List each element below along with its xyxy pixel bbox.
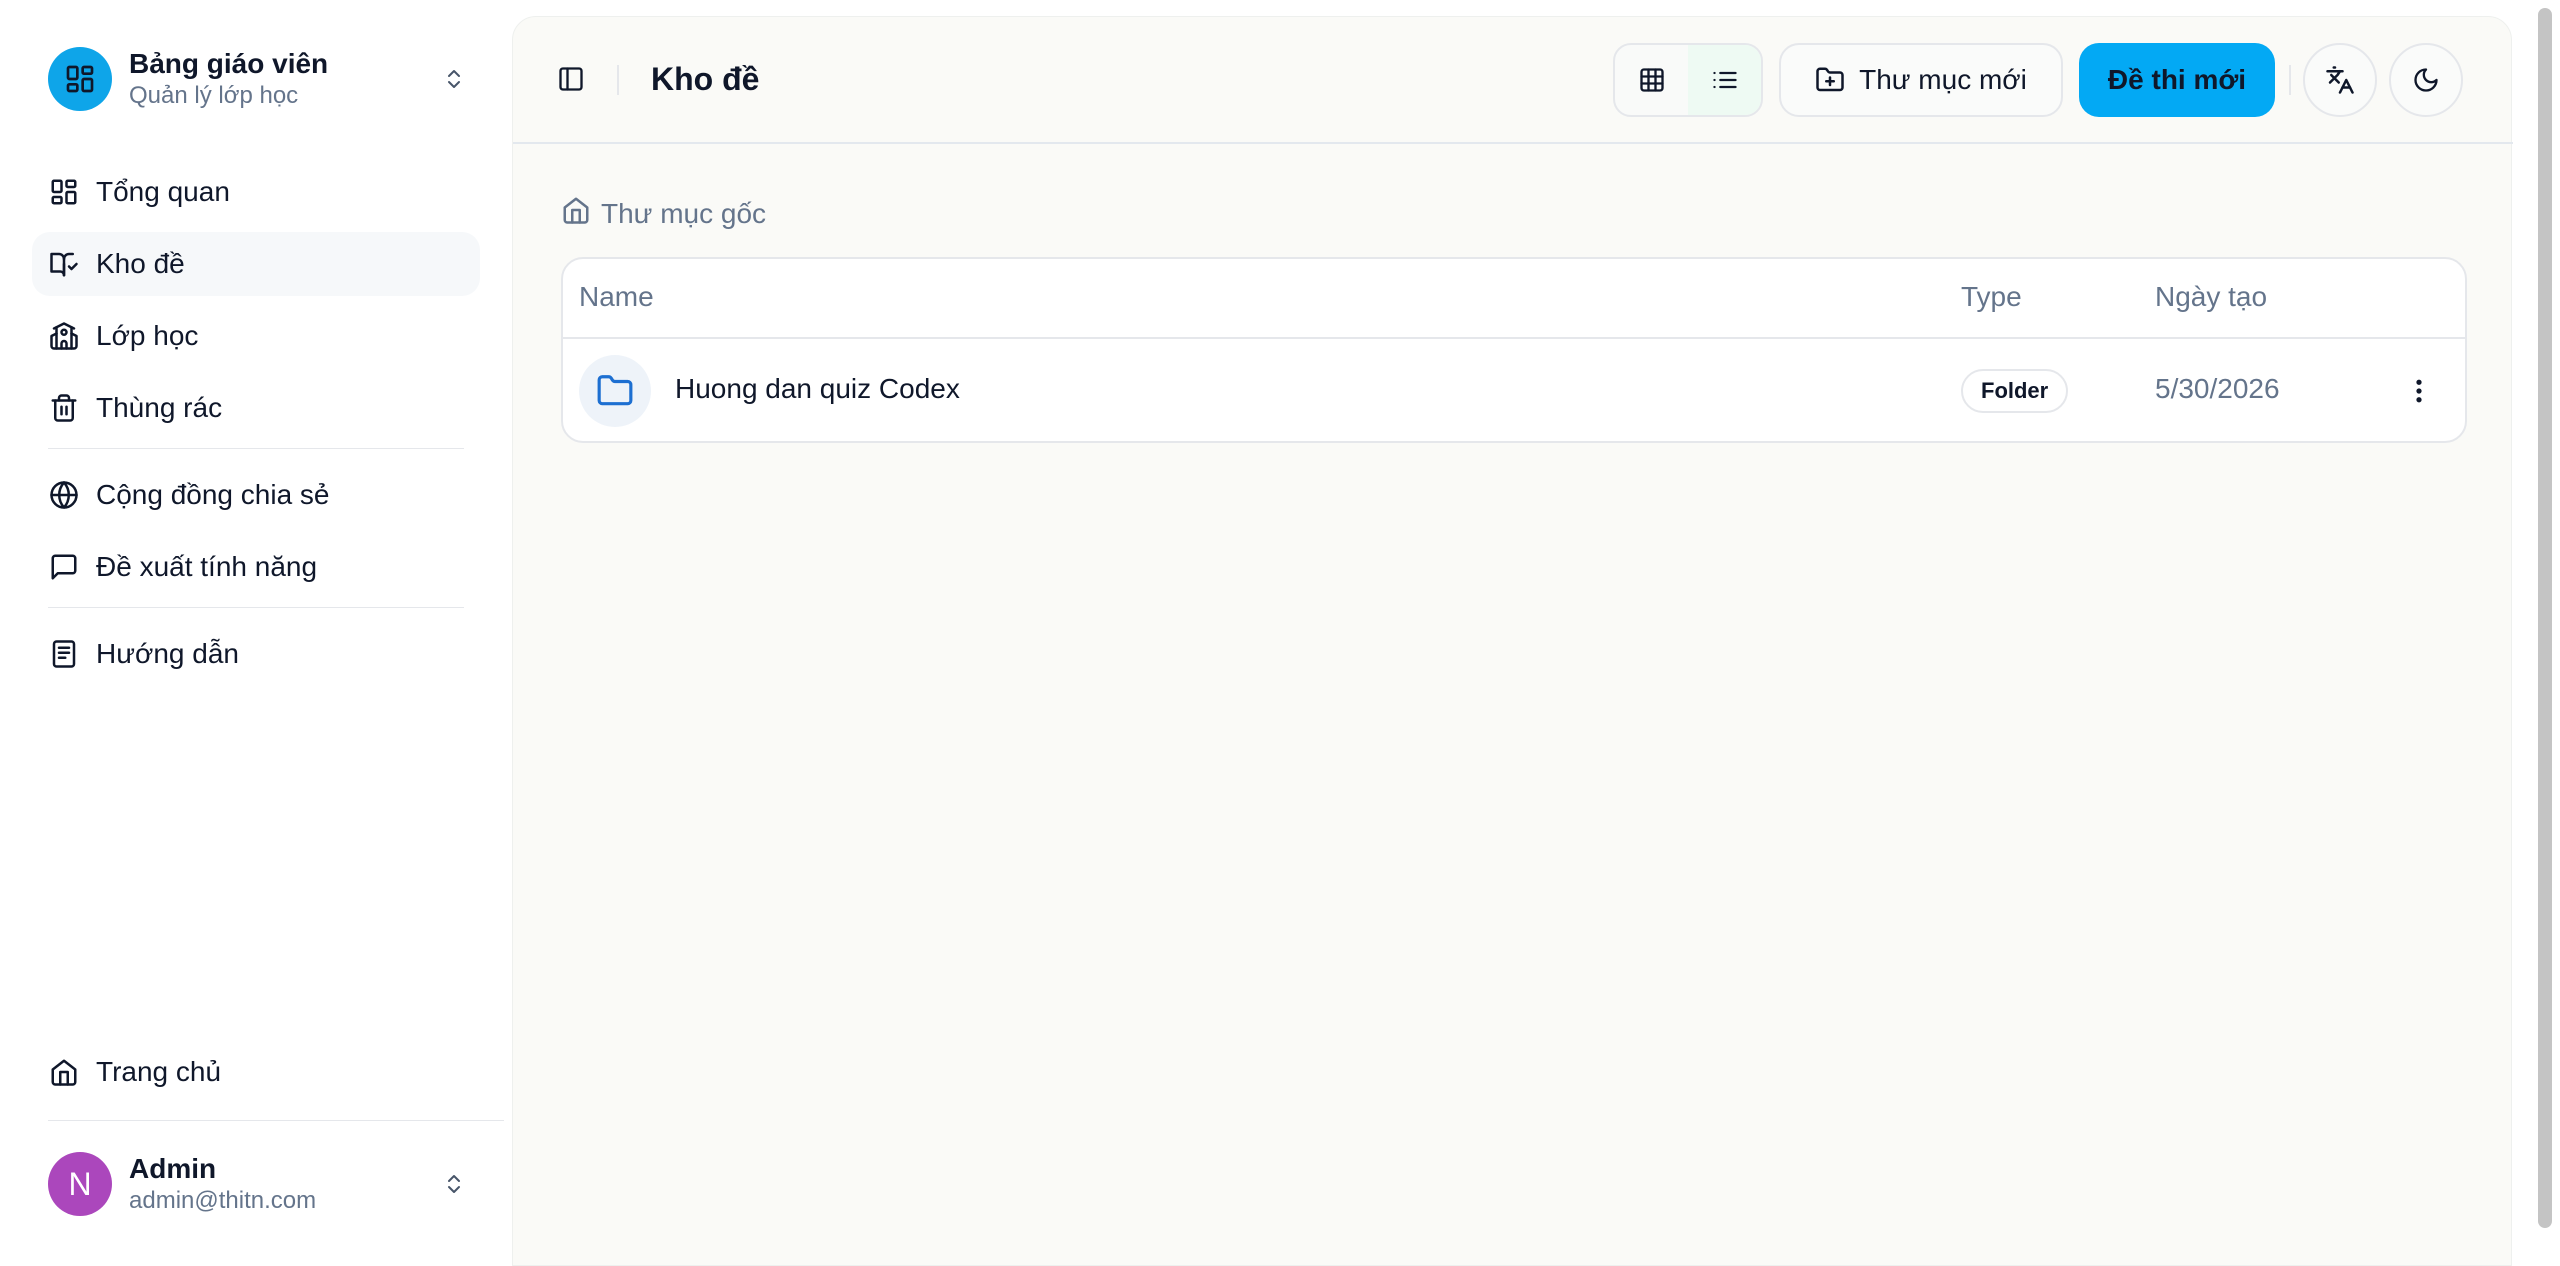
- list-icon: [1712, 71, 1737, 89]
- sidebar-item-label: Tổng quan: [96, 176, 230, 207]
- page-header: Kho đề Thư mục mới Đề thi mới: [513, 17, 2513, 144]
- sidebar-item-label: Đề xuất tính năng: [96, 551, 318, 582]
- row-date: 5/30/2026: [2155, 373, 2280, 404]
- user-menu[interactable]: N Admin admin@thitn.com: [48, 1150, 468, 1218]
- chevrons-up-down-icon: [440, 61, 468, 97]
- list-view-button[interactable]: [1688, 45, 1761, 115]
- grid-view-button[interactable]: [1615, 45, 1688, 115]
- header-divider: [617, 65, 619, 95]
- book-check-icon: [48, 248, 80, 280]
- trash-icon: [48, 392, 80, 424]
- folder-plus-icon: [1816, 67, 1844, 92]
- sidebar-item-label: Thùng rác: [96, 392, 223, 423]
- user-email: admin@thitn.com: [129, 1187, 317, 1214]
- sidebar-item-trash[interactable]: Thùng rác: [32, 376, 480, 440]
- sidebar-item-feature-request[interactable]: Đề xuất tính năng: [32, 535, 480, 599]
- sidebar-item-overview[interactable]: Tổng quan: [32, 160, 480, 224]
- avatar: N: [48, 1152, 112, 1216]
- sidebar-divider: [48, 607, 464, 608]
- user-name: Admin: [129, 1153, 217, 1184]
- panel-left-icon: [559, 67, 583, 91]
- row-name[interactable]: Huong dan quiz Codex: [675, 373, 960, 405]
- home-icon: [48, 1056, 80, 1088]
- workspace-switcher[interactable]: Bảng giáo viên Quản lý lớp học: [48, 46, 468, 112]
- workspace-subtitle: Quản lý lớp học: [129, 82, 299, 109]
- sidebar-bottom-nav: Trang chủ: [32, 1040, 480, 1112]
- sidebar-toggle-button[interactable]: [555, 63, 587, 95]
- breadcrumb-root-link[interactable]: Thư mục gốc: [601, 198, 766, 230]
- notebook-icon: [48, 638, 80, 670]
- sidebar-item-label: Hướng dẫn: [96, 638, 239, 669]
- sidebar-item-question-bank[interactable]: Kho đề: [32, 232, 480, 296]
- main-panel: Kho đề Thư mục mới Đề thi mới Thư mục gố…: [512, 16, 2513, 1266]
- grid-icon: [1639, 68, 1664, 92]
- dashboard-icon: [48, 176, 80, 208]
- sidebar-item-guide[interactable]: Hướng dẫn: [32, 622, 480, 686]
- type-badge: Folder: [1961, 369, 2069, 413]
- languages-icon: [2326, 66, 2354, 94]
- page-title: Kho đề: [651, 61, 760, 97]
- view-mode-toggle: [1613, 43, 1763, 117]
- table-row[interactable]: Huong dan quiz Codex Folder 5/30/2026: [563, 339, 2465, 441]
- globe-icon: [48, 479, 80, 511]
- scrollbar-thumb[interactable]: [2538, 8, 2552, 1228]
- school-icon: [48, 320, 80, 352]
- sidebar-item-home[interactable]: Trang chủ: [32, 1040, 480, 1104]
- column-header-type[interactable]: Type: [1961, 281, 2022, 313]
- sidebar-nav: Tổng quan Kho đề Lớp học Thùng rác Cộng …: [32, 160, 480, 694]
- folder-icon: [579, 355, 651, 427]
- sidebar-item-community[interactable]: Cộng đồng chia sẻ: [32, 463, 480, 527]
- table-header: Name Type Ngày tạo: [563, 259, 2465, 339]
- new-folder-label: Thư mục mới: [1859, 64, 2027, 95]
- sidebar: Bảng giáo viên Quản lý lớp học Tổng quan: [0, 0, 504, 1266]
- column-header-name[interactable]: Name: [579, 281, 654, 313]
- chevrons-up-down-icon: [440, 1166, 468, 1202]
- theme-toggle-button[interactable]: [2389, 43, 2463, 117]
- sidebar-item-label: Cộng đồng chia sẻ: [96, 479, 330, 510]
- more-vertical-icon: [2416, 379, 2422, 403]
- sidebar-divider: [48, 448, 464, 449]
- column-header-date[interactable]: Ngày tạo: [2155, 281, 2267, 313]
- workspace-title: Bảng giáo viên: [129, 48, 329, 79]
- dashboard-logo-icon: [48, 47, 112, 111]
- sidebar-item-classes[interactable]: Lớp học: [32, 304, 480, 368]
- sidebar-item-label: Kho đề: [96, 248, 185, 279]
- files-table: Name Type Ngày tạo Huong dan quiz Codex …: [561, 257, 2467, 443]
- sidebar-item-label: Trang chủ: [96, 1056, 222, 1087]
- header-divider: [2289, 65, 2291, 95]
- row-actions-button[interactable]: [2401, 373, 2437, 409]
- sidebar-footer-divider: [48, 1120, 504, 1121]
- language-button[interactable]: [2303, 43, 2377, 117]
- message-square-icon: [48, 551, 80, 583]
- moon-icon: [2414, 68, 2438, 92]
- new-folder-button[interactable]: Thư mục mới: [1779, 43, 2063, 117]
- home-icon: [561, 195, 591, 232]
- new-exam-button[interactable]: Đề thi mới: [2079, 43, 2275, 117]
- sidebar-item-label: Lớp học: [96, 320, 199, 351]
- breadcrumb: Thư mục gốc: [561, 195, 766, 232]
